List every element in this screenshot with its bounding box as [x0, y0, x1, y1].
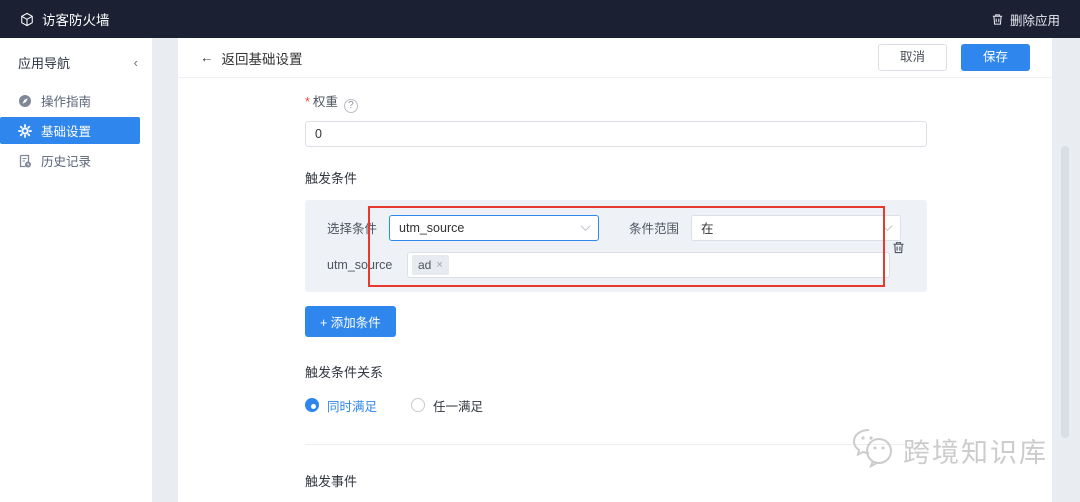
compass-icon: [18, 94, 32, 108]
rule-form: *权重? 触发条件 选择条件 utm_source 条件范围 在: [305, 78, 927, 502]
weight-label: 权重: [312, 95, 338, 109]
delete-app-label: 删除应用: [1009, 13, 1060, 28]
range-select-value: 在: [701, 222, 714, 236]
sidebar-item-label: 基础设置: [41, 125, 92, 139]
scrollbar-thumb[interactable]: [1061, 146, 1069, 438]
param-label: utm_source: [327, 257, 393, 272]
radio-label: 任一满足: [433, 399, 484, 414]
sidebar-item-guide[interactable]: 操作指南: [0, 87, 152, 114]
value-tag: ad ×: [412, 254, 449, 275]
help-icon[interactable]: ?: [343, 98, 358, 113]
trigger-condition-heading: 触发条件: [305, 170, 358, 186]
section-divider: [305, 443, 927, 445]
app-identity: 访客防火墙: [20, 9, 110, 29]
sidebar: 应用导航 ‹ 操作指南 基础设置 历史记录: [0, 38, 152, 502]
sidebar-title: 应用导航: [18, 56, 71, 71]
right-gutter: [1052, 38, 1080, 502]
delete-app-button[interactable]: 删除应用: [991, 10, 1060, 29]
condition-panel: 选择条件 utm_source 条件范围 在 utm_source ad ×: [305, 199, 927, 292]
chevron-down-icon: [580, 221, 591, 232]
gear-icon: [18, 123, 32, 138]
sidebar-item-basic-settings[interactable]: 基础设置: [0, 117, 140, 144]
sidebar-item-label: 操作指南: [41, 95, 92, 109]
weight-label-row: * 权重?: [305, 91, 927, 113]
radio-icon: [305, 398, 319, 412]
param-value-input[interactable]: ad ×: [407, 251, 890, 278]
app-title: 访客防火墙: [42, 13, 110, 28]
radio-all-match[interactable]: 同时满足: [305, 396, 377, 415]
left-gutter: [152, 38, 178, 502]
radio-icon: [411, 398, 426, 412]
cancel-button[interactable]: 取消: [877, 44, 947, 71]
delete-condition-button[interactable]: [892, 241, 905, 254]
add-condition-button[interactable]: + 添加条件: [305, 305, 396, 337]
cube-icon: [20, 12, 34, 27]
save-button[interactable]: 保存: [960, 44, 1030, 71]
condition-select-value: utm_source: [399, 220, 465, 235]
required-asterisk: *: [305, 95, 310, 109]
trash-icon: [991, 13, 1004, 26]
relation-heading: 触发条件关系: [305, 364, 384, 380]
condition-select-label: 选择条件: [327, 222, 378, 236]
relation-radio-group: 同时满足 任一满足: [305, 396, 927, 415]
back-arrow-icon: ←: [200, 50, 214, 65]
content-header: ← 返回基础设置 取消 保存: [178, 38, 1052, 78]
radio-any-match[interactable]: 任一满足: [411, 396, 483, 415]
sidebar-item-history[interactable]: 历史记录: [0, 147, 152, 174]
condition-select[interactable]: utm_source: [389, 214, 600, 241]
topbar: 访客防火墙 删除应用: [0, 0, 1080, 38]
weight-input[interactable]: [305, 120, 927, 147]
collapse-sidebar-icon[interactable]: ‹: [134, 55, 138, 70]
range-label: 条件范围: [629, 222, 680, 236]
sidebar-item-label: 历史记录: [41, 155, 92, 169]
tag-text: ad: [418, 257, 432, 272]
radio-label: 同时满足: [327, 399, 378, 414]
history-icon: [18, 154, 32, 168]
content-panel: ← 返回基础设置 取消 保存 *权重? 触发条件 选择条件 utm_source: [178, 38, 1052, 502]
range-select[interactable]: 在: [691, 214, 902, 241]
tag-close-icon[interactable]: ×: [436, 259, 442, 271]
back-label: 返回基础设置: [221, 51, 303, 67]
back-link[interactable]: ← 返回基础设置: [200, 48, 303, 68]
chevron-down-icon: [882, 221, 893, 232]
trigger-event-heading: 触发事件: [305, 473, 358, 489]
